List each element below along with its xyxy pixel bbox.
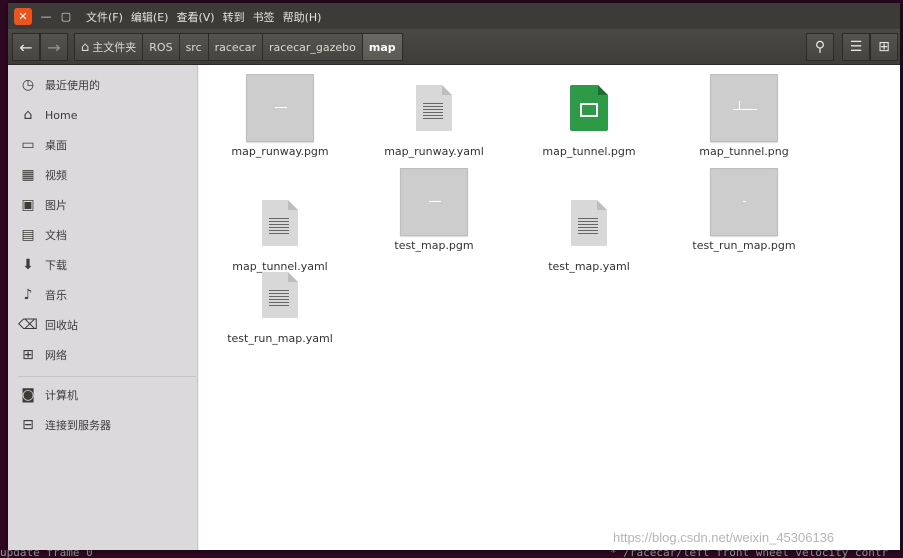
image-thumbnail (246, 74, 314, 142)
text-file-icon (262, 272, 298, 318)
crumb-racecar-gazebo[interactable]: racecar_gazebo (262, 33, 363, 61)
video-icon: ▦ (21, 167, 35, 183)
sidebar-item-music[interactable]: ♪ 音乐 (8, 281, 198, 309)
sidebar-item-videos[interactable]: ▦ 视频 (8, 161, 198, 189)
sidebar-item-downloads[interactable]: ⬇ 下载 (8, 251, 198, 279)
image-thumbnail (710, 168, 778, 236)
arrow-left-icon: ← (19, 37, 33, 57)
computer-icon: ◙ (21, 387, 35, 403)
toolbar: ← → ⌂ 主文件夹 ROS src racecar racecar_gazebo… (8, 29, 900, 65)
file-name: map_tunnel.png (699, 145, 789, 158)
file-name: test_run_map.pgm (692, 239, 796, 252)
sidebar-item-label: 回收站 (45, 319, 78, 332)
sidebar-item-trash[interactable]: ⌫ 回收站 (8, 311, 198, 339)
network-icon: ⊞ (22, 347, 34, 363)
maximize-window-button[interactable]: ▢ (58, 8, 74, 24)
menu-edit[interactable]: 编辑(E) (131, 9, 169, 25)
desktop-icon: ▭ (21, 137, 35, 153)
document-icon: ▤ (21, 227, 35, 243)
sidebar-item-desktop[interactable]: ▭ 桌面 (8, 131, 198, 159)
sidebar-item-label: 连接到服务器 (45, 419, 111, 432)
image-thumbnail (710, 74, 778, 142)
minimize-window-button[interactable]: — (38, 8, 54, 24)
watermark: https://blog.csdn.net/weixin_45306136 (613, 530, 835, 545)
list-view-icon: ☰ (849, 39, 863, 55)
sidebar-item-label: 音乐 (45, 289, 67, 302)
crumb-src[interactable]: src (178, 33, 209, 61)
file-view: map_runway.pgm map_runway.yaml map_tunne… (199, 65, 900, 550)
crumb-map[interactable]: map (361, 33, 403, 61)
file-manager-window: ✕ — ▢ 文件(F) 编辑(E) 查看(V) 转到 书签 帮助(H) ← → … (8, 3, 900, 550)
file-item[interactable]: map_tunnel.png (689, 74, 799, 158)
home-icon: ⌂ (81, 39, 90, 55)
sidebar-divider (18, 376, 196, 377)
menu-help[interactable]: 帮助(H) (283, 9, 322, 25)
grid-view-icon: ⊞ (878, 39, 890, 55)
file-item[interactable]: test_run_map.pgm (689, 168, 799, 252)
back-button[interactable]: ← (12, 33, 40, 61)
image-thumbnail (400, 168, 468, 236)
file-item[interactable]: test_map.yaml (534, 189, 644, 273)
sidebar-item-label: 视频 (45, 169, 67, 182)
text-file-icon (571, 200, 607, 246)
grid-view-button[interactable]: ⊞ (870, 33, 898, 61)
sidebar-item-network[interactable]: ⊞ 网络 (8, 341, 198, 369)
close-window-button[interactable]: ✕ (14, 8, 32, 25)
sidebar-item-label: 计算机 (45, 389, 78, 402)
sidebar-item-label: 网络 (45, 349, 67, 362)
server-icon: ⊟ (22, 417, 34, 433)
file-item[interactable]: map_runway.yaml (379, 74, 489, 158)
clock-icon: ◷ (21, 77, 35, 93)
file-item[interactable]: test_map.pgm (379, 168, 489, 252)
sidebar-item-documents[interactable]: ▤ 文档 (8, 221, 198, 249)
sidebar-item-connect-server[interactable]: ⊟ 连接到服务器 (8, 411, 198, 439)
sidebar-item-home[interactable]: ⌂ Home (8, 101, 198, 129)
crumb-racecar[interactable]: racecar (207, 33, 264, 61)
sidebar-item-label: 最近使用的 (45, 79, 100, 92)
trash-icon: ⌫ (18, 317, 38, 333)
search-icon: ⚲ (814, 39, 826, 55)
sidebar-item-label: 文档 (45, 229, 67, 242)
file-name: map_tunnel.pgm (542, 145, 636, 158)
text-file-icon (262, 200, 298, 246)
crumb-home[interactable]: ⌂ 主文件夹 (74, 33, 144, 61)
crumb-home-label: 主文件夹 (92, 41, 137, 54)
menu-bookmarks[interactable]: 书签 (253, 9, 275, 25)
download-icon: ⬇ (22, 257, 34, 273)
picture-icon: ▣ (21, 197, 35, 213)
menu-view[interactable]: 查看(V) (176, 9, 214, 25)
sidebar-item-label: 下载 (45, 259, 67, 272)
sidebar-item-label: 桌面 (45, 139, 67, 152)
file-name: test_map.yaml (548, 260, 630, 273)
sidebar-item-pictures[interactable]: ▣ 图片 (8, 191, 198, 219)
sidebar-item-label: 图片 (45, 199, 67, 212)
home-icon: ⌂ (23, 107, 33, 123)
menu-file[interactable]: 文件(F) (86, 9, 123, 25)
music-icon: ♪ (23, 287, 33, 303)
sidebar-item-label: Home (45, 108, 78, 122)
sidebar: ◷ 最近使用的 ⌂ Home ▭ 桌面 ▦ 视频 ▣ 图片 ▤ 文档 ⬇ 下载 ♪ 音乐 ⌫ 回收… (8, 65, 198, 550)
file-item[interactable]: map_runway.pgm (225, 74, 335, 158)
search-button[interactable]: ⚲ (806, 33, 834, 61)
sidebar-item-computer[interactable]: ◙ 计算机 (8, 381, 198, 409)
breadcrumb: ⌂ 主文件夹 ROS src racecar racecar_gazebo map (74, 33, 403, 61)
menu-bar: ✕ — ▢ 文件(F) 编辑(E) 查看(V) 转到 书签 帮助(H) (8, 3, 900, 29)
menu-items: 文件(F) 编辑(E) 查看(V) 转到 书签 帮助(H) (86, 9, 321, 25)
arrow-right-icon: → (47, 37, 61, 57)
list-view-button[interactable]: ☰ (842, 33, 870, 61)
file-name: map_runway.yaml (384, 145, 484, 158)
file-name: test_map.pgm (394, 239, 474, 252)
file-item[interactable]: test_run_map.yaml (225, 261, 335, 345)
file-name: map_runway.pgm (231, 145, 329, 158)
file-item[interactable]: map_tunnel.pgm (534, 74, 644, 158)
forward-button[interactable]: → (40, 33, 68, 61)
menu-go[interactable]: 转到 (223, 9, 245, 25)
crumb-ros[interactable]: ROS (142, 33, 180, 61)
sidebar-item-recent[interactable]: ◷ 最近使用的 (8, 71, 198, 99)
image-file-icon (570, 85, 608, 131)
file-name: test_run_map.yaml (227, 332, 333, 345)
text-file-icon (416, 85, 452, 131)
